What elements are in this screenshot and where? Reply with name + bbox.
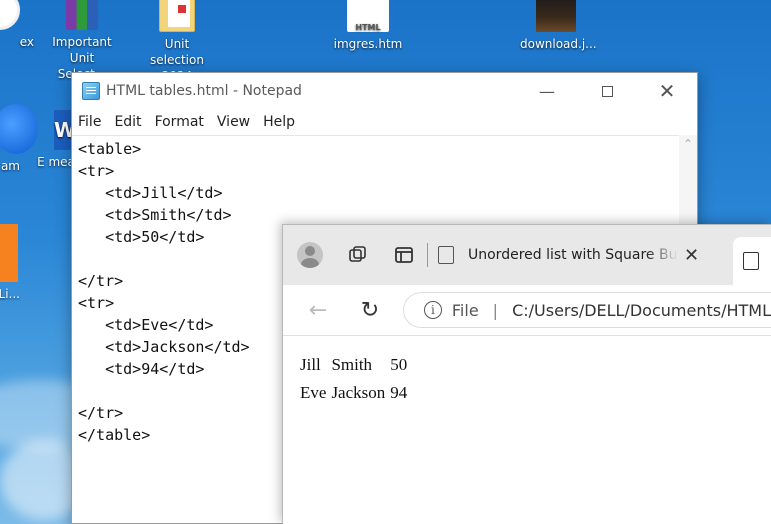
profile-avatar-icon[interactable] [297, 242, 323, 268]
desktop-icon-label: imgres.htm [333, 37, 403, 51]
maximize-button[interactable] [577, 73, 637, 109]
rendered-table: Jill Smith 50 Eve Jackson 94 [300, 348, 412, 409]
desktop-icon-label: k am [0, 159, 20, 173]
tab-title: Unordered list with Square Bulle [468, 247, 678, 263]
tab-unordered-list[interactable]: Unordered list with Square Bulle ✕ [432, 236, 702, 274]
tab-close-icon[interactable]: ✕ [684, 245, 699, 266]
desktop-icon-imgres[interactable]: HTML imgres.htm [332, 0, 404, 52]
menu-help[interactable]: Help [263, 114, 295, 130]
address-scheme: File [451, 300, 479, 320]
desktop-icon-label: download.j... [520, 37, 597, 51]
minimize-button[interactable]: — [517, 73, 577, 109]
desktop-icon-label: t Li... [0, 287, 20, 301]
menu-format[interactable]: Format [155, 114, 204, 130]
table-cell: 50 [390, 354, 408, 374]
page-content: Jill Smith 50 Eve Jackson 94 [283, 335, 771, 524]
notepad-menubar: File Edit Format View Help [72, 109, 697, 135]
back-arrow-icon: ← [308, 297, 328, 323]
document-icon [743, 252, 759, 270]
menu-file[interactable]: File [78, 114, 101, 130]
desktop-icon-chrome[interactable]: ex [0, 0, 36, 50]
notepad-title: HTML tables.html - Notepad [106, 83, 302, 99]
table-cell: Eve [300, 382, 327, 402]
tab-actions-icon[interactable] [393, 244, 415, 266]
desktop-icon-winrar[interactable]: Important Unit Select... [46, 0, 118, 82]
reload-button[interactable]: ↻ [355, 298, 385, 323]
desktop-icon-orange-app[interactable]: t Li... [0, 224, 36, 302]
desktop-icon-label: E mea [37, 155, 75, 169]
app-icon [0, 104, 38, 154]
workspaces-icon[interactable] [347, 244, 369, 266]
html-file-icon: HTML [347, 0, 389, 32]
chrome-icon [0, 0, 20, 30]
desktop-icon-download[interactable]: download.j... [520, 0, 597, 52]
table-cell: Jill [300, 354, 321, 374]
desktop-icon-app[interactable]: k am [0, 104, 38, 174]
orange-app-icon [0, 224, 18, 282]
maximize-icon [601, 85, 613, 97]
table-row: Jill Smith 50 [300, 353, 412, 376]
table-cell: Smith [331, 354, 373, 374]
tab-separator [427, 243, 428, 267]
table-cell: Jackson [331, 382, 386, 402]
table-row: Eve Jackson 94 [300, 381, 412, 404]
winrar-icon [66, 0, 98, 30]
menu-view[interactable]: View [217, 114, 250, 130]
tab-active[interactable] [733, 237, 771, 285]
notepad-titlebar[interactable]: HTML tables.html - Notepad — ✕ [72, 73, 697, 109]
scroll-up-icon[interactable]: ⌃ [679, 137, 697, 151]
reload-icon: ↻ [360, 297, 380, 323]
image-file-icon [536, 0, 576, 32]
folder-icon [159, 0, 195, 32]
close-button[interactable]: ✕ [637, 73, 697, 109]
address-url: C:/Users/DELL/Documents/HTML [512, 300, 771, 320]
menu-edit[interactable]: Edit [114, 114, 141, 130]
notepad-icon [82, 82, 100, 100]
address-bar[interactable]: i File | C:/Users/DELL/Documents/HTML [403, 292, 771, 328]
desktop-icon-word[interactable]: W E mea [36, 110, 76, 170]
desktop-icon-label: ex [19, 35, 34, 49]
browser-tabbar: Unordered list with Square Bulle ✕ [283, 225, 771, 285]
minimize-icon: — [539, 81, 555, 101]
table-cell: 94 [390, 382, 408, 402]
address-divider: | [492, 300, 499, 320]
info-icon[interactable]: i [424, 301, 442, 319]
html-badge: HTML [355, 23, 381, 32]
close-icon: ✕ [658, 79, 676, 103]
browser-window[interactable]: Unordered list with Square Bulle ✕ ← ↻ i… [282, 224, 771, 524]
browser-toolbar: ← ↻ i File | C:/Users/DELL/Documents/HTM… [283, 285, 771, 335]
document-icon [438, 246, 454, 264]
back-button[interactable]: ← [303, 298, 333, 323]
